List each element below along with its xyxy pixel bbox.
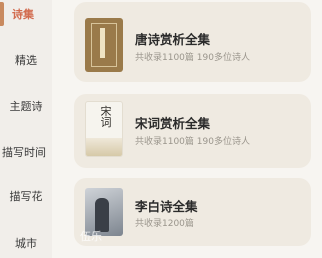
sidebar-item-featured[interactable]: 精选 <box>0 52 52 68</box>
collection-list: 唐诗赏析全集 共收录1100篇 190多位诗人 宋词 宋词赏析全集 共收录110… <box>52 0 322 258</box>
cover-figure <box>95 198 109 232</box>
sidebar-item-label: 主题诗 <box>9 100 43 113</box>
active-indicator <box>0 2 4 26</box>
sidebar-item-time[interactable]: 描写时间 <box>0 144 52 160</box>
sidebar-item-poetry-collection[interactable]: 诗集 <box>0 2 52 26</box>
sidebar-item-flowers[interactable]: 描写花 <box>0 188 52 204</box>
category-sidebar: 诗集 精选 主题诗 描写时间 描写花 城市 <box>0 0 52 258</box>
sidebar-item-label: 描写花 <box>9 190 43 203</box>
collection-card-libai[interactable]: 李白诗全集 共收录1200篇 <box>74 178 311 246</box>
collection-card-tang[interactable]: 唐诗赏析全集 共收录1100篇 190多位诗人 <box>74 2 311 82</box>
sidebar-item-label: 描写时间 <box>2 146 46 159</box>
sidebar-item-theme-poems[interactable]: 主题诗 <box>0 98 52 114</box>
cover-title-strip <box>100 28 105 58</box>
cover-landscape <box>86 138 122 156</box>
book-cover-image <box>85 18 123 72</box>
poetry-app: 诗集 精选 主题诗 描写时间 描写花 城市 唐诗赏析全集 共收录1100篇 19… <box>0 0 322 258</box>
book-cover-image: 宋词 <box>85 101 123 157</box>
collection-meta: 共收录1100篇 190多位诗人 <box>135 137 250 147</box>
sidebar-item-label: 城市 <box>15 237 37 250</box>
sidebar-item-city[interactable]: 城市 <box>0 235 52 251</box>
watermark-text: 伍乐 <box>80 230 102 243</box>
collection-title: 宋词赏析全集 <box>135 116 211 131</box>
sidebar-item-label: 精选 <box>15 54 37 67</box>
sidebar-item-label: 诗集 <box>12 8 34 21</box>
collection-title: 唐诗赏析全集 <box>135 32 211 47</box>
collection-meta: 共收录1100篇 190多位诗人 <box>135 53 250 63</box>
collection-meta: 共收录1200篇 <box>135 219 194 229</box>
collection-card-song[interactable]: 宋词 宋词赏析全集 共收录1100篇 190多位诗人 <box>74 94 311 168</box>
cover-text: 宋词 <box>100 105 112 129</box>
collection-title: 李白诗全集 <box>135 199 198 214</box>
